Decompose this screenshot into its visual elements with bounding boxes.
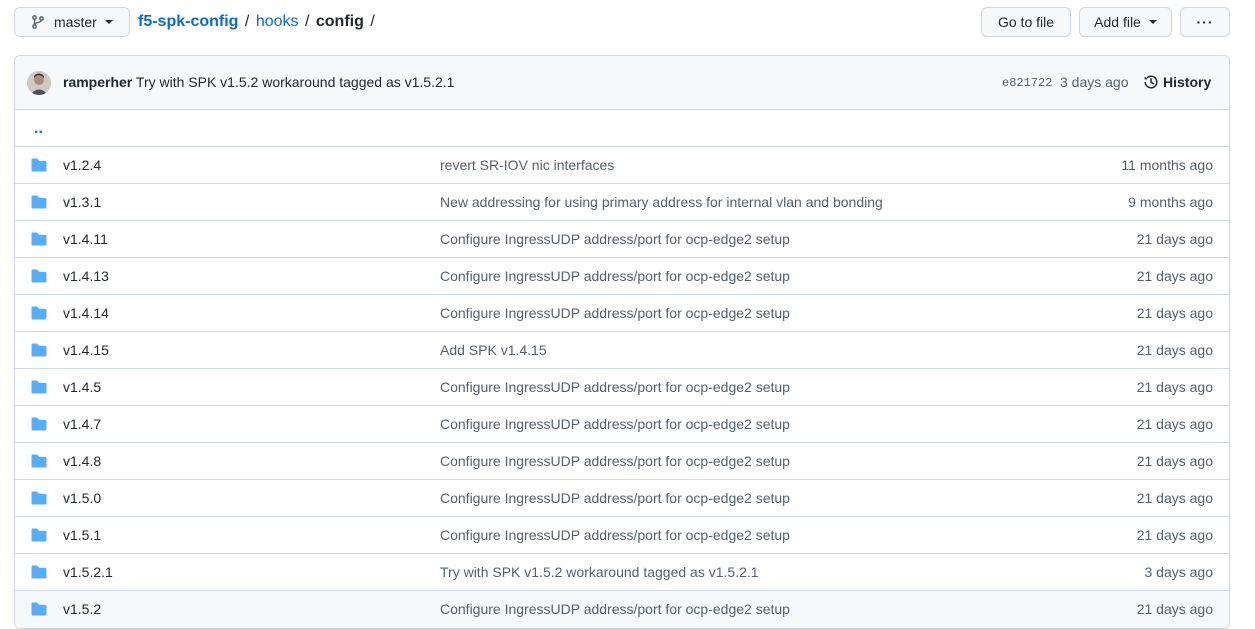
folder-icon — [31, 269, 47, 283]
breadcrumb: f5-spk-config / hooks / config / — [138, 13, 377, 31]
breadcrumb-separator: / — [304, 13, 310, 30]
commit-time: 3 days ago — [1060, 74, 1129, 90]
folder-icon — [31, 343, 47, 357]
file-row[interactable]: v1.4.11 Configure IngressUDP address/por… — [15, 221, 1229, 258]
commit-message-link[interactable]: New addressing for using primary address… — [440, 194, 883, 210]
file-row[interactable]: v1.4.14 Configure IngressUDP address/por… — [15, 295, 1229, 332]
file-name-link[interactable]: v1.3.1 — [63, 194, 101, 210]
file-row[interactable]: v1.4.5 Configure IngressUDP address/port… — [15, 369, 1229, 406]
avatar[interactable] — [27, 71, 51, 95]
file-row[interactable]: v1.2.4 revert SR-IOV nic interfaces 11 m… — [15, 147, 1229, 184]
file-name-link[interactable]: v1.2.4 — [63, 157, 101, 173]
commit-age: 21 days ago — [1136, 453, 1213, 469]
commit-message-link[interactable]: Configure IngressUDP address/port for oc… — [440, 231, 790, 247]
file-name-link[interactable]: v1.4.5 — [63, 379, 101, 395]
file-navigation: master f5-spk-config / hooks / config / … — [0, 0, 1255, 46]
file-name-link[interactable]: v1.4.13 — [63, 268, 109, 284]
commit-message-link[interactable]: Configure IngressUDP address/port for oc… — [440, 601, 790, 617]
commit-message-link[interactable]: Configure IngressUDP address/port for oc… — [440, 268, 790, 284]
breadcrumb-current: config — [315, 13, 364, 30]
folder-icon — [31, 195, 47, 209]
commit-age: 21 days ago — [1136, 490, 1213, 506]
commit-age: 9 months ago — [1128, 194, 1213, 210]
folder-icon — [31, 380, 47, 394]
history-label: History — [1163, 74, 1212, 90]
folder-icon — [31, 417, 47, 431]
breadcrumb-repo-link[interactable]: f5-spk-config — [138, 13, 238, 30]
git-branch-icon — [32, 15, 44, 29]
latest-commit-bar: ramperher Try with SPK v1.5.2 workaround… — [15, 56, 1229, 110]
commit-message-link[interactable]: Try with SPK v1.5.2 workaround tagged as… — [136, 74, 455, 90]
breadcrumb-separator: / — [370, 13, 375, 30]
commit-message-link[interactable]: Configure IngressUDP address/port for oc… — [440, 490, 790, 506]
commit-summary: ramperher Try with SPK v1.5.2 workaround… — [63, 74, 454, 90]
file-name-link[interactable]: v1.4.14 — [63, 305, 109, 321]
commit-age: 21 days ago — [1136, 305, 1213, 321]
commit-message-link[interactable]: Configure IngressUDP address/port for oc… — [440, 453, 790, 469]
folder-icon — [31, 602, 47, 616]
commit-author-link[interactable]: ramperher — [63, 74, 132, 90]
folder-icon — [31, 158, 47, 172]
folder-icon — [31, 232, 47, 246]
folder-icon — [31, 306, 47, 320]
file-row[interactable]: v1.5.1 Configure IngressUDP address/port… — [15, 517, 1229, 554]
file-list-box: ramperher Try with SPK v1.5.2 workaround… — [14, 55, 1230, 629]
file-name-link[interactable]: v1.4.8 — [63, 453, 101, 469]
folder-icon — [31, 454, 47, 468]
commit-age: 21 days ago — [1136, 379, 1213, 395]
parent-directory-link[interactable]: .. — [34, 120, 43, 138]
branch-select-button[interactable]: master — [14, 7, 130, 37]
commit-message-link[interactable]: Configure IngressUDP address/port for oc… — [440, 416, 790, 432]
breadcrumb-separator: / — [244, 13, 250, 30]
file-name-link[interactable]: v1.5.2 — [63, 601, 101, 617]
commit-age: 21 days ago — [1136, 527, 1213, 543]
file-row[interactable]: v1.4.13 Configure IngressUDP address/por… — [15, 258, 1229, 295]
file-name-link[interactable]: v1.5.0 — [63, 490, 101, 506]
commit-age: 21 days ago — [1136, 231, 1213, 247]
commit-message-link[interactable]: Add SPK v1.4.15 — [440, 342, 547, 358]
file-name-link[interactable]: v1.4.11 — [63, 231, 108, 247]
commit-age: 21 days ago — [1136, 342, 1213, 358]
file-rows: v1.2.4 revert SR-IOV nic interfaces 11 m… — [15, 147, 1229, 628]
file-name-link[interactable]: v1.5.1 — [63, 527, 101, 543]
folder-icon — [31, 528, 47, 542]
add-file-button[interactable]: Add file — [1079, 7, 1172, 37]
commit-message-link[interactable]: Configure IngressUDP address/port for oc… — [440, 527, 790, 543]
commit-age: 21 days ago — [1136, 416, 1213, 432]
go-to-file-button[interactable]: Go to file — [981, 7, 1071, 37]
commit-age: 3 days ago — [1144, 564, 1214, 580]
file-row[interactable]: v1.4.15 Add SPK v1.4.15 21 days ago — [15, 332, 1229, 369]
folder-icon — [31, 565, 47, 579]
file-row[interactable]: v1.5.2.1 Try with SPK v1.5.2 workaround … — [15, 554, 1229, 591]
add-file-label: Add file — [1094, 14, 1141, 30]
commit-message-link[interactable]: Try with SPK v1.5.2 workaround tagged as… — [440, 564, 759, 580]
commit-message-link[interactable]: revert SR-IOV nic interfaces — [440, 157, 614, 173]
commit-sha-link[interactable]: e821722 — [1002, 76, 1052, 90]
commit-message-link[interactable]: Configure IngressUDP address/port for oc… — [440, 379, 790, 395]
history-icon — [1144, 75, 1158, 89]
file-row[interactable]: v1.5.2 Configure IngressUDP address/port… — [15, 591, 1229, 628]
file-name-link[interactable]: v1.5.2.1 — [63, 564, 113, 580]
parent-directory-row[interactable]: .. — [15, 110, 1229, 147]
folder-icon — [31, 491, 47, 505]
commit-message-link[interactable]: Configure IngressUDP address/port for oc… — [440, 305, 790, 321]
caret-down-icon — [1148, 20, 1157, 24]
file-row[interactable]: v1.4.8 Configure IngressUDP address/port… — [15, 443, 1229, 480]
more-options-button[interactable]: ··· — [1180, 7, 1230, 37]
commit-age: 21 days ago — [1136, 601, 1213, 617]
breadcrumb-hooks-link[interactable]: hooks — [256, 13, 299, 30]
file-name-link[interactable]: v1.4.7 — [63, 416, 101, 432]
history-link[interactable]: History — [1143, 74, 1211, 90]
commit-age: 21 days ago — [1136, 268, 1213, 284]
file-row[interactable]: v1.3.1 New addressing for using primary … — [15, 184, 1229, 221]
file-row[interactable]: v1.5.0 Configure IngressUDP address/port… — [15, 480, 1229, 517]
file-row[interactable]: v1.4.7 Configure IngressUDP address/port… — [15, 406, 1229, 443]
avatar-image-icon — [27, 71, 51, 95]
branch-name: master — [54, 14, 97, 30]
caret-down-icon — [104, 20, 113, 24]
commit-age: 11 months ago — [1121, 157, 1213, 173]
file-name-link[interactable]: v1.4.15 — [63, 342, 109, 358]
